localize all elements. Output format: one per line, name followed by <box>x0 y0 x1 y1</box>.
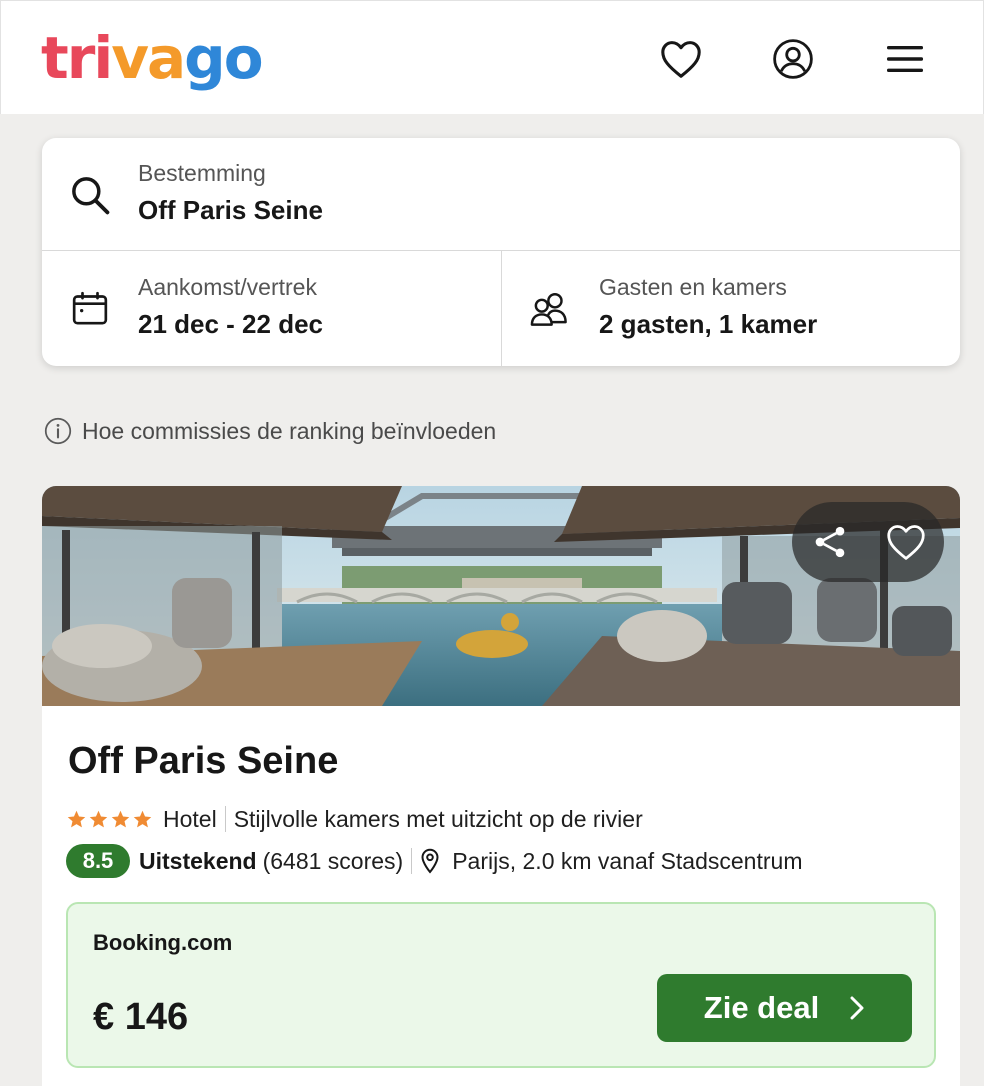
hotel-photo[interactable] <box>42 486 960 706</box>
share-icon <box>815 526 845 558</box>
view-deal-button[interactable]: Zie deal <box>657 974 912 1042</box>
logo-part-va: va <box>111 24 186 92</box>
info-icon <box>44 417 72 445</box>
deal-partner: Booking.com <box>93 930 233 955</box>
divider <box>411 848 413 874</box>
menu-button[interactable] <box>881 35 929 83</box>
heart-icon <box>661 41 701 78</box>
hotel-tagline: Stijlvolle kamers met uitzicht op de riv… <box>233 805 643 832</box>
destination-value: Off Paris Seine <box>138 195 323 225</box>
dates-label: Aankomst/vertrek <box>138 274 317 300</box>
guests-label: Gasten en kamers <box>599 274 787 300</box>
logo-part-go: go <box>184 24 263 92</box>
star-rating <box>66 809 153 830</box>
dates-field[interactable]: Aankomst/vertrek 21 dec - 22 dec <box>42 251 502 366</box>
photo-actions <box>792 502 944 582</box>
trivago-logo[interactable]: trivago <box>41 23 264 93</box>
divider <box>224 806 226 832</box>
rating-label: Uitstekend <box>139 847 257 874</box>
app-header: trivago <box>0 0 984 114</box>
deal-price: € 146 <box>93 996 189 1038</box>
dates-value: 21 dec - 22 dec <box>138 309 323 339</box>
user-icon <box>773 39 813 79</box>
hotel-name[interactable]: Off Paris Seine <box>68 740 338 783</box>
commission-info-text: Hoe commissies de ranking beïnvloeden <box>82 417 497 444</box>
star-icon <box>89 810 108 827</box>
guests-icon <box>526 285 574 333</box>
commission-info-link[interactable]: Hoe commissies de ranking beïnvloeden <box>44 416 496 446</box>
account-button[interactable] <box>769 35 817 83</box>
logo-part-tri: tri <box>41 24 113 92</box>
hotel-rating-row: 8.5 Uitstekend (6481 scores) Parijs, 2.0… <box>66 844 802 878</box>
hotel-type: Hotel <box>163 805 217 832</box>
search-form: Bestemming Off Paris Seine Aankomst/vert… <box>42 138 960 366</box>
menu-icon <box>887 46 923 72</box>
star-icon <box>67 810 86 827</box>
guests-value: 2 gasten, 1 kamer <box>599 309 818 339</box>
hotel-meta-row: Hotel Stijlvolle kamers met uitzicht op … <box>66 804 643 834</box>
location-pin-icon <box>420 848 440 874</box>
destination-label: Bestemming <box>138 160 266 186</box>
guests-field[interactable]: Gasten en kamers 2 gasten, 1 kamer <box>502 251 960 366</box>
search-icon <box>66 171 114 219</box>
hotel-result-card[interactable]: Off Paris Seine Hotel Stijlvolle kamers … <box>42 486 960 1086</box>
chevron-right-icon <box>850 996 864 1020</box>
view-deal-label: Zie deal <box>703 990 820 1025</box>
heart-icon <box>887 525 925 560</box>
rating-badge: 8.5 <box>66 844 130 878</box>
calendar-icon <box>68 287 112 331</box>
star-icon <box>133 810 152 827</box>
favorites-button[interactable] <box>657 35 705 83</box>
hotel-location: Parijs, 2.0 km vanaf Stadscentrum <box>452 847 803 874</box>
save-favorite-button[interactable] <box>876 512 936 572</box>
deal-box[interactable]: Booking.com € 146 Zie deal <box>66 902 936 1068</box>
rating-count[interactable]: (6481 scores) <box>263 848 404 875</box>
share-button[interactable] <box>800 512 860 572</box>
destination-field[interactable]: Bestemming Off Paris Seine <box>42 138 960 251</box>
star-icon <box>111 810 130 827</box>
